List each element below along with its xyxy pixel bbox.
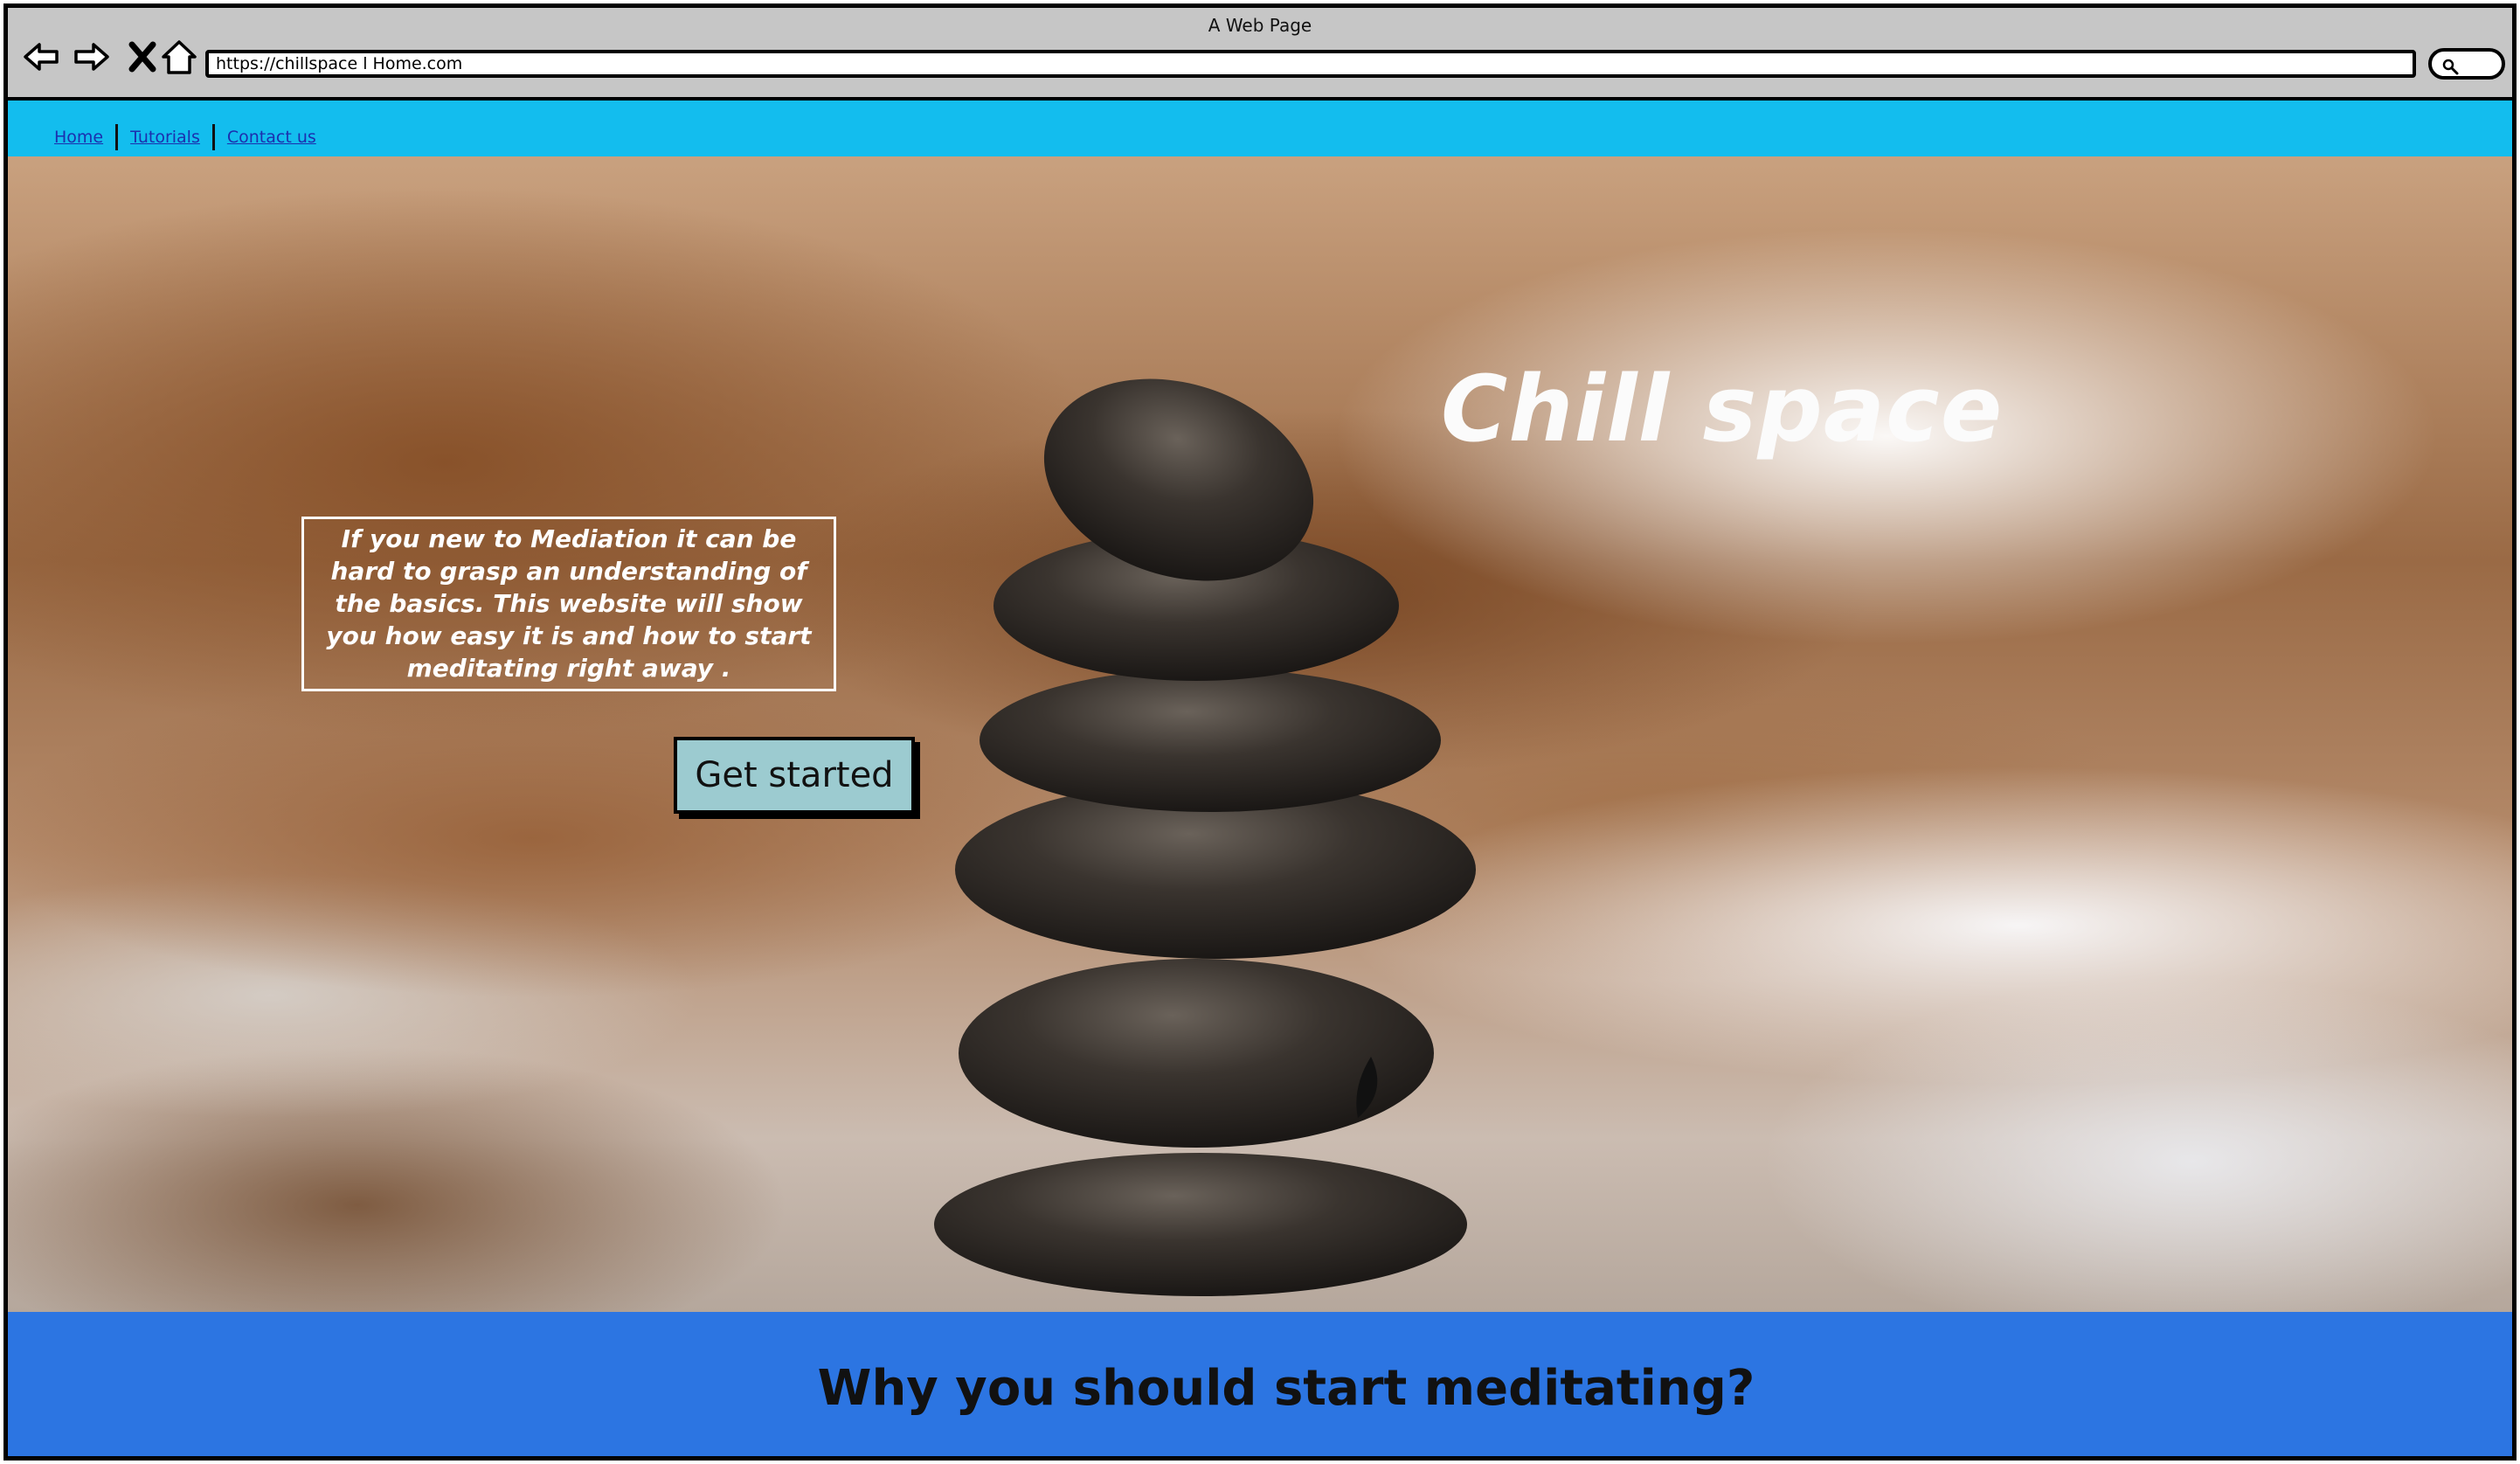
why-meditate-banner: Why you should start meditating? bbox=[8, 1312, 2512, 1456]
stacked-stones-image bbox=[934, 378, 1476, 1296]
stop-button[interactable] bbox=[123, 38, 162, 76]
nav-link-tutorials-label: Tutorials bbox=[130, 128, 200, 147]
hero-title: Chill space bbox=[1441, 356, 2004, 462]
nav-divider bbox=[211, 124, 215, 150]
site-nav: Home Tutorials Contact us bbox=[8, 101, 2512, 156]
arrow-left-icon bbox=[24, 43, 59, 71]
browser-toolbar: A Web Page https://chillspace l Home.com bbox=[8, 8, 2512, 101]
magnifier-icon bbox=[2442, 59, 2459, 75]
nav-link-home-label: Home bbox=[54, 128, 104, 147]
browser-window: A Web Page https://chillspace l Home.com bbox=[3, 3, 2517, 1461]
forward-button[interactable] bbox=[73, 38, 111, 76]
nav-divider bbox=[115, 124, 119, 150]
nav-link-tutorials[interactable]: Tutorials bbox=[130, 128, 200, 147]
nav-link-home[interactable]: Home bbox=[54, 128, 103, 147]
intro-text-box: If you new to Mediation it can be hard t… bbox=[301, 517, 836, 691]
house-icon bbox=[162, 40, 197, 74]
close-x-icon bbox=[128, 41, 156, 73]
home-button[interactable] bbox=[160, 38, 198, 76]
nav-link-contact[interactable]: Contact us bbox=[227, 128, 316, 147]
back-button[interactable] bbox=[22, 38, 60, 76]
nav-link-contact-label: Contact us bbox=[226, 128, 316, 147]
search-field[interactable] bbox=[2428, 48, 2505, 80]
intro-text: If you new to Mediation it can be hard t… bbox=[326, 524, 812, 683]
get-started-label: Get started bbox=[695, 755, 894, 795]
arrow-right-icon bbox=[74, 43, 109, 71]
hero-section: Chill space If you new to Mediation it c… bbox=[8, 156, 2512, 1312]
get-started-button[interactable]: Get started bbox=[674, 737, 915, 814]
address-bar[interactable]: https://chillspace l Home.com bbox=[205, 50, 2416, 78]
window-title: A Web Page bbox=[1208, 15, 1312, 36]
section-heading: Why you should start meditating? bbox=[817, 1360, 1755, 1417]
